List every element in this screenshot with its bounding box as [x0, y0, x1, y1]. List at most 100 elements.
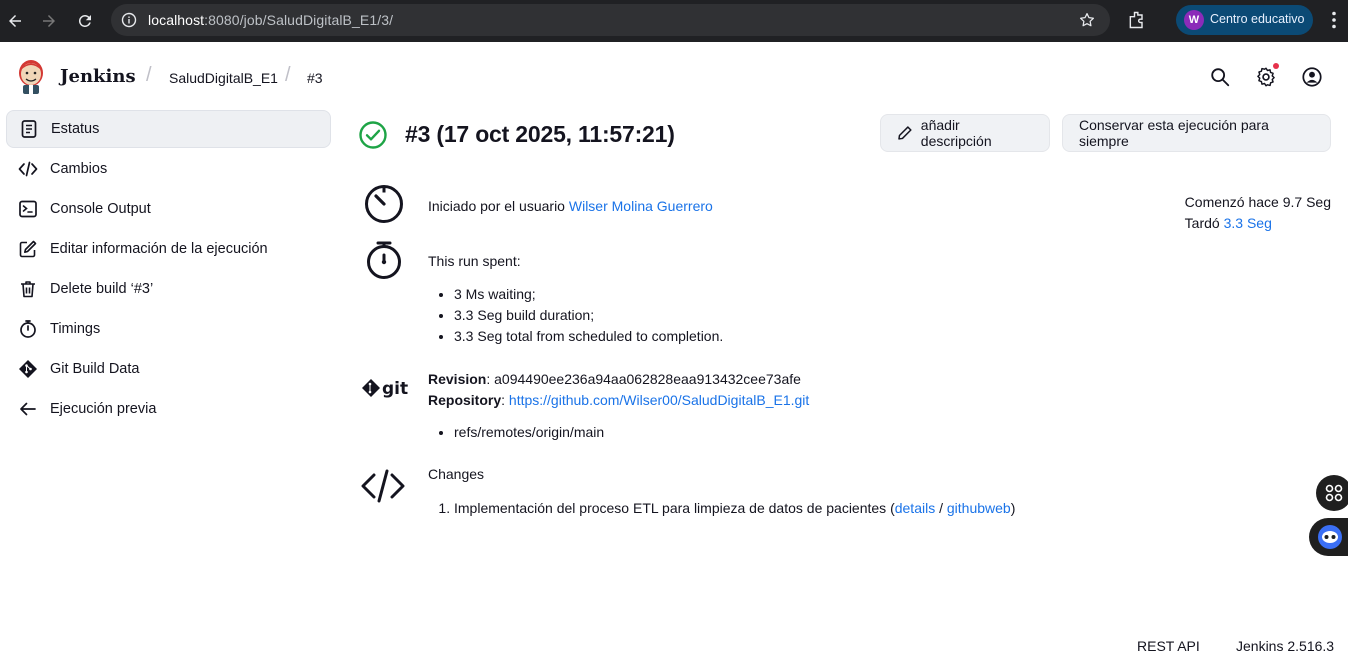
breadcrumb-build[interactable]: #3	[307, 70, 323, 86]
search-icon[interactable]	[1209, 66, 1231, 88]
back-button[interactable]	[3, 9, 27, 33]
app-title[interactable]: Jenkins	[60, 66, 136, 87]
url-path: :8080/job/SaludDigitalB_E1/3/	[204, 12, 394, 28]
sidebar-item-cambios[interactable]: Cambios	[6, 150, 331, 188]
sidebar-item-label: Cambios	[50, 161, 108, 177]
timer-icon	[365, 185, 403, 223]
revision-row: Revision: a094490ee236a94aa062828eaa9134…	[428, 371, 801, 387]
list-item: 3 Ms waiting;	[454, 284, 723, 305]
revision-label: Revision	[428, 371, 487, 387]
keep-forever-label: Conservar esta ejecución para siempre	[1079, 117, 1269, 149]
notification-dot	[1273, 63, 1279, 69]
git-logo-icon: git	[362, 379, 408, 399]
list-item: Implementación del proceso ETL para limp…	[454, 498, 1015, 519]
page-title: #3 (17 oct 2025, 11:57:21)	[405, 121, 675, 147]
arrow-left-icon	[18, 399, 38, 419]
sidebar-item-timings[interactable]: Timings	[6, 310, 331, 348]
add-description-button[interactable]: añadir descripción	[880, 114, 1050, 152]
took-prefix: Tardó	[1184, 215, 1220, 231]
floating-assistant-button[interactable]	[1309, 518, 1348, 556]
git-info: Revision: a094490ee236a94aa062828eaa9134…	[428, 369, 809, 411]
site-info-icon[interactable]	[121, 12, 137, 28]
url-text[interactable]: localhost:8080/job/SaludDigitalB_E1/3/	[148, 12, 393, 28]
profile-avatar: W	[1184, 10, 1204, 30]
apps-grid-icon	[1325, 484, 1343, 502]
profile-label: Centro educativo	[1210, 12, 1305, 26]
browser-toolbar: localhost:8080/job/SaludDigitalB_E1/3/ W…	[0, 0, 1348, 42]
jenkins-logo-icon[interactable]	[16, 58, 46, 94]
started-ago: Comenzó hace 9.7 Seg	[1184, 194, 1331, 210]
started-by-prefix: Iniciado por el usuario	[428, 198, 565, 214]
url-host: localhost	[148, 12, 205, 28]
sidebar-item-delete-build[interactable]: Delete build ‘#3’	[6, 270, 331, 308]
add-description-label: añadir descripción	[920, 117, 992, 149]
list-item: refs/remotes/origin/main	[454, 422, 604, 443]
sidebar-item-console-output[interactable]: Console Output	[6, 190, 331, 228]
edit-icon	[18, 239, 38, 259]
arrow-right-icon	[43, 15, 55, 27]
jenkins-header: Jenkins / SaludDigitalB_E1 / #3	[0, 42, 1348, 110]
assistant-bot-icon	[1318, 525, 1342, 549]
run-spent-label: This run spent:	[428, 253, 521, 269]
build-timing-info: Comenzó hace 9.7 Seg Tardó 3.3 Seg	[1185, 192, 1331, 234]
trash-icon	[18, 279, 38, 299]
sidebar-item-label: Git Build Data	[50, 361, 140, 377]
stopwatch-icon	[367, 241, 401, 279]
repository-label: Repository	[428, 392, 502, 408]
address-bar[interactable]: localhost:8080/job/SaludDigitalB_E1/3/	[111, 4, 1110, 36]
profile-button[interactable]: W Centro educativo	[1176, 5, 1313, 35]
stopwatch-icon	[18, 319, 38, 339]
run-spent-list: 3 Ms waiting; 3.3 Seg build duration; 3.…	[454, 284, 723, 347]
sidebar-item-label: Editar información de la ejecución	[50, 241, 268, 257]
floating-apps-button[interactable]	[1316, 475, 1348, 511]
change-details-link[interactable]: details	[895, 500, 935, 516]
started-by-text: Iniciado por el usuario Wilser Molina Gu…	[428, 198, 713, 214]
change-separator: /	[935, 500, 947, 516]
changes-list: Implementación del proceso ETL para limp…	[454, 498, 1015, 519]
pencil-icon	[898, 126, 912, 140]
reload-icon	[78, 14, 91, 27]
code-icon	[361, 469, 405, 503]
revision-value: a094490ee236a94aa062828eaa913432cee73afe	[494, 371, 801, 387]
sidebar-item-label: Timings	[50, 321, 101, 337]
repository-link[interactable]: https://github.com/Wilser00/SaludDigital…	[509, 392, 809, 408]
extensions-icon[interactable]	[1127, 10, 1147, 30]
repository-row: Repository: https://github.com/Wilser00/…	[428, 392, 810, 408]
sidebar-item-label: Delete build ‘#3’	[50, 281, 154, 297]
jenkins-version-link[interactable]: Jenkins 2.516.3	[1236, 638, 1334, 654]
terminal-icon	[18, 199, 38, 219]
sidebar-item-label: Ejecución previa	[50, 401, 157, 417]
status-document-icon	[19, 119, 39, 139]
sidebar-item-edit-build-info[interactable]: Editar información de la ejecución	[6, 230, 331, 268]
sidebar-item-label: Console Output	[50, 201, 151, 217]
breadcrumb-job[interactable]: SaludDigitalB_E1	[169, 70, 278, 86]
took-duration-link[interactable]: 3.3 Seg	[1224, 215, 1272, 231]
change-text: Implementación del proceso ETL para limp…	[454, 500, 895, 516]
started-by-user-link[interactable]: Wilser Molina Guerrero	[569, 198, 713, 214]
took-text: Tardó 3.3 Seg	[1185, 213, 1331, 234]
keep-forever-button[interactable]: Conservar esta ejecución para siempre	[1062, 114, 1331, 152]
user-account-icon[interactable]	[1301, 66, 1323, 88]
forward-button[interactable]	[37, 9, 61, 33]
git-refs-list: refs/remotes/origin/main	[454, 422, 604, 443]
sidebar-item-estatus[interactable]: Estatus	[6, 110, 331, 148]
git-icon	[18, 359, 38, 379]
change-close-paren: )	[1010, 500, 1016, 516]
breadcrumb-separator: /	[146, 64, 152, 86]
rest-api-link[interactable]: REST API	[1137, 638, 1200, 654]
browser-menu-icon[interactable]	[1327, 10, 1341, 30]
gear-icon[interactable]	[1255, 66, 1277, 88]
svg-text:git: git	[382, 379, 408, 399]
sidebar-item-previous-build[interactable]: Ejecución previa	[6, 390, 331, 428]
arrow-left-icon	[9, 15, 21, 27]
list-item: 3.3 Seg build duration;	[454, 305, 723, 326]
change-githubweb-link[interactable]: githubweb	[947, 500, 1011, 516]
success-check-icon	[359, 121, 387, 149]
list-item: 3.3 Seg total from scheduled to completi…	[454, 326, 723, 347]
reload-button[interactable]	[73, 9, 97, 33]
sidebar-item-label: Estatus	[51, 121, 100, 137]
code-icon	[18, 159, 38, 179]
sidebar-item-git-build-data[interactable]: Git Build Data	[6, 350, 331, 388]
bookmark-star-icon[interactable]	[1078, 11, 1096, 29]
changes-label: Changes	[428, 466, 485, 482]
